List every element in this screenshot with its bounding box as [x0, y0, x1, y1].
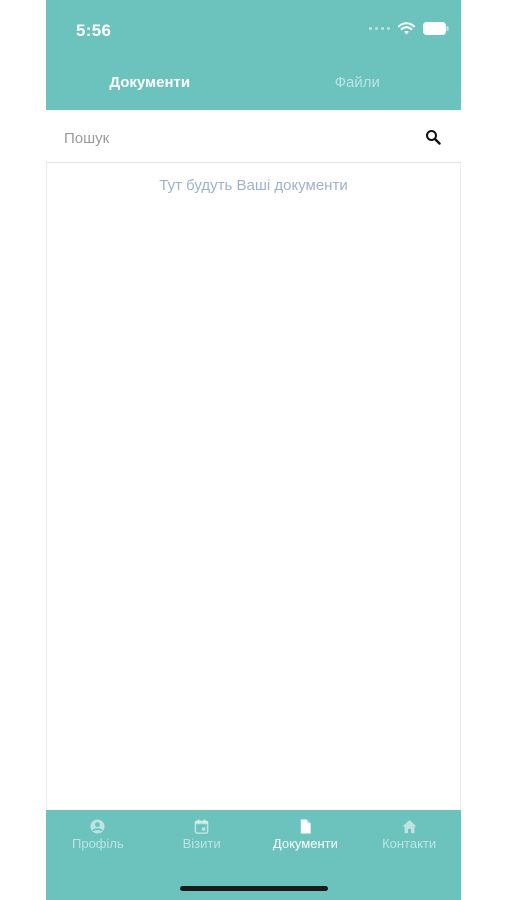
bottom-navigation: Профіль Візити Документи Контакти [46, 810, 461, 900]
content-left-border [46, 163, 47, 810]
search-input[interactable] [62, 124, 406, 152]
tab-documents-label: Документи [109, 73, 191, 91]
home-indicator[interactable] [180, 886, 328, 891]
nav-item-visits[interactable]: Візити [150, 819, 254, 860]
content-right-border [460, 163, 461, 810]
empty-state-message: Тут будуть Ваші документи [159, 177, 348, 194]
status-icons [369, 22, 449, 35]
app-screen: 5:56 Документи Файли Пошук Тут будуть Ва… [46, 0, 461, 900]
search-icon[interactable] [425, 129, 441, 145]
nav-visits-label: Візити [182, 836, 221, 851]
nav-profile-label: Профіль [72, 836, 124, 851]
document-icon [300, 819, 311, 834]
document-tabs: Документи Файли [46, 60, 461, 110]
calendar-icon [194, 819, 209, 834]
status-time: 5:56 [76, 21, 112, 40]
tab-documents[interactable]: Документи [46, 60, 254, 110]
signal-icon [369, 27, 390, 30]
nav-item-profile[interactable]: Профіль [46, 819, 150, 860]
nav-item-contacts[interactable]: Контакти [357, 819, 461, 860]
tab-files-label: Файли [334, 73, 380, 91]
battery-icon [423, 22, 449, 35]
nav-item-documents[interactable]: Документи [254, 819, 358, 860]
search-bar [46, 110, 461, 163]
nav-documents-label: Документи [272, 836, 338, 851]
home-icon [402, 819, 417, 834]
status-bar: 5:56 [46, 0, 461, 60]
profile-icon [90, 819, 105, 834]
wifi-icon [398, 22, 415, 35]
tab-files[interactable]: Файли [254, 60, 462, 110]
nav-contacts-label: Контакти [382, 836, 437, 851]
